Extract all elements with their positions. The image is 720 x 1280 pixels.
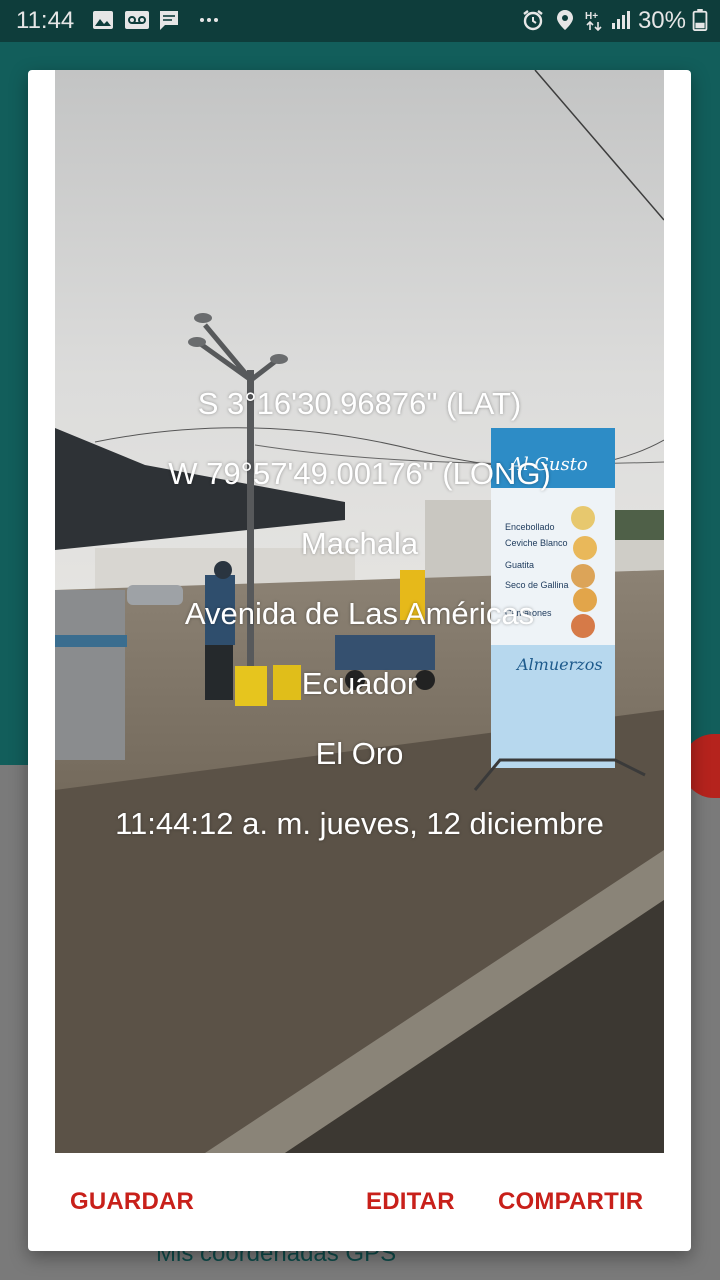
voicemail-icon	[125, 11, 149, 29]
message-icon	[160, 11, 178, 30]
location-icon	[557, 10, 573, 30]
province-text: El Oro	[315, 736, 404, 771]
alarm-icon	[523, 10, 543, 31]
status-time: 11:44	[16, 7, 75, 34]
timestamp-text: 11:44:12 a. m. jueves, 12 diciembre	[115, 806, 604, 841]
photo-preview-dialog: Al Gusto Encebollado Ceviche Blanco Guat…	[28, 70, 691, 1251]
country-text: Ecuador	[301, 666, 418, 701]
geotagged-photo: Al Gusto Encebollado Ceviche Blanco Guat…	[55, 70, 664, 1153]
street-text: Avenida de Las Américas	[184, 596, 535, 631]
dialog-actions: GUARDAR EDITAR COMPARTIR	[28, 1178, 691, 1226]
svg-text:H+: H+	[585, 11, 598, 22]
battery-percent: 30%	[637, 7, 686, 34]
city-text: Machala	[300, 526, 419, 561]
signal-icon	[612, 11, 630, 29]
more-icon	[200, 18, 218, 22]
network-hplus-icon: H+	[585, 11, 602, 31]
image-icon	[93, 11, 113, 29]
share-button[interactable]: COMPARTIR	[498, 1188, 643, 1216]
location-overlay: S 3°16'30.96876" (LAT) W 79°57'49.00176"…	[55, 386, 664, 876]
battery-icon	[692, 9, 708, 31]
status-bar: 11:44 H+ 30%	[0, 0, 720, 42]
save-button[interactable]: GUARDAR	[70, 1188, 194, 1216]
longitude-text: W 79°57'49.00176" (LONG)	[168, 456, 551, 491]
latitude-text: S 3°16'30.96876" (LAT)	[197, 386, 522, 421]
edit-button[interactable]: EDITAR	[366, 1188, 455, 1216]
